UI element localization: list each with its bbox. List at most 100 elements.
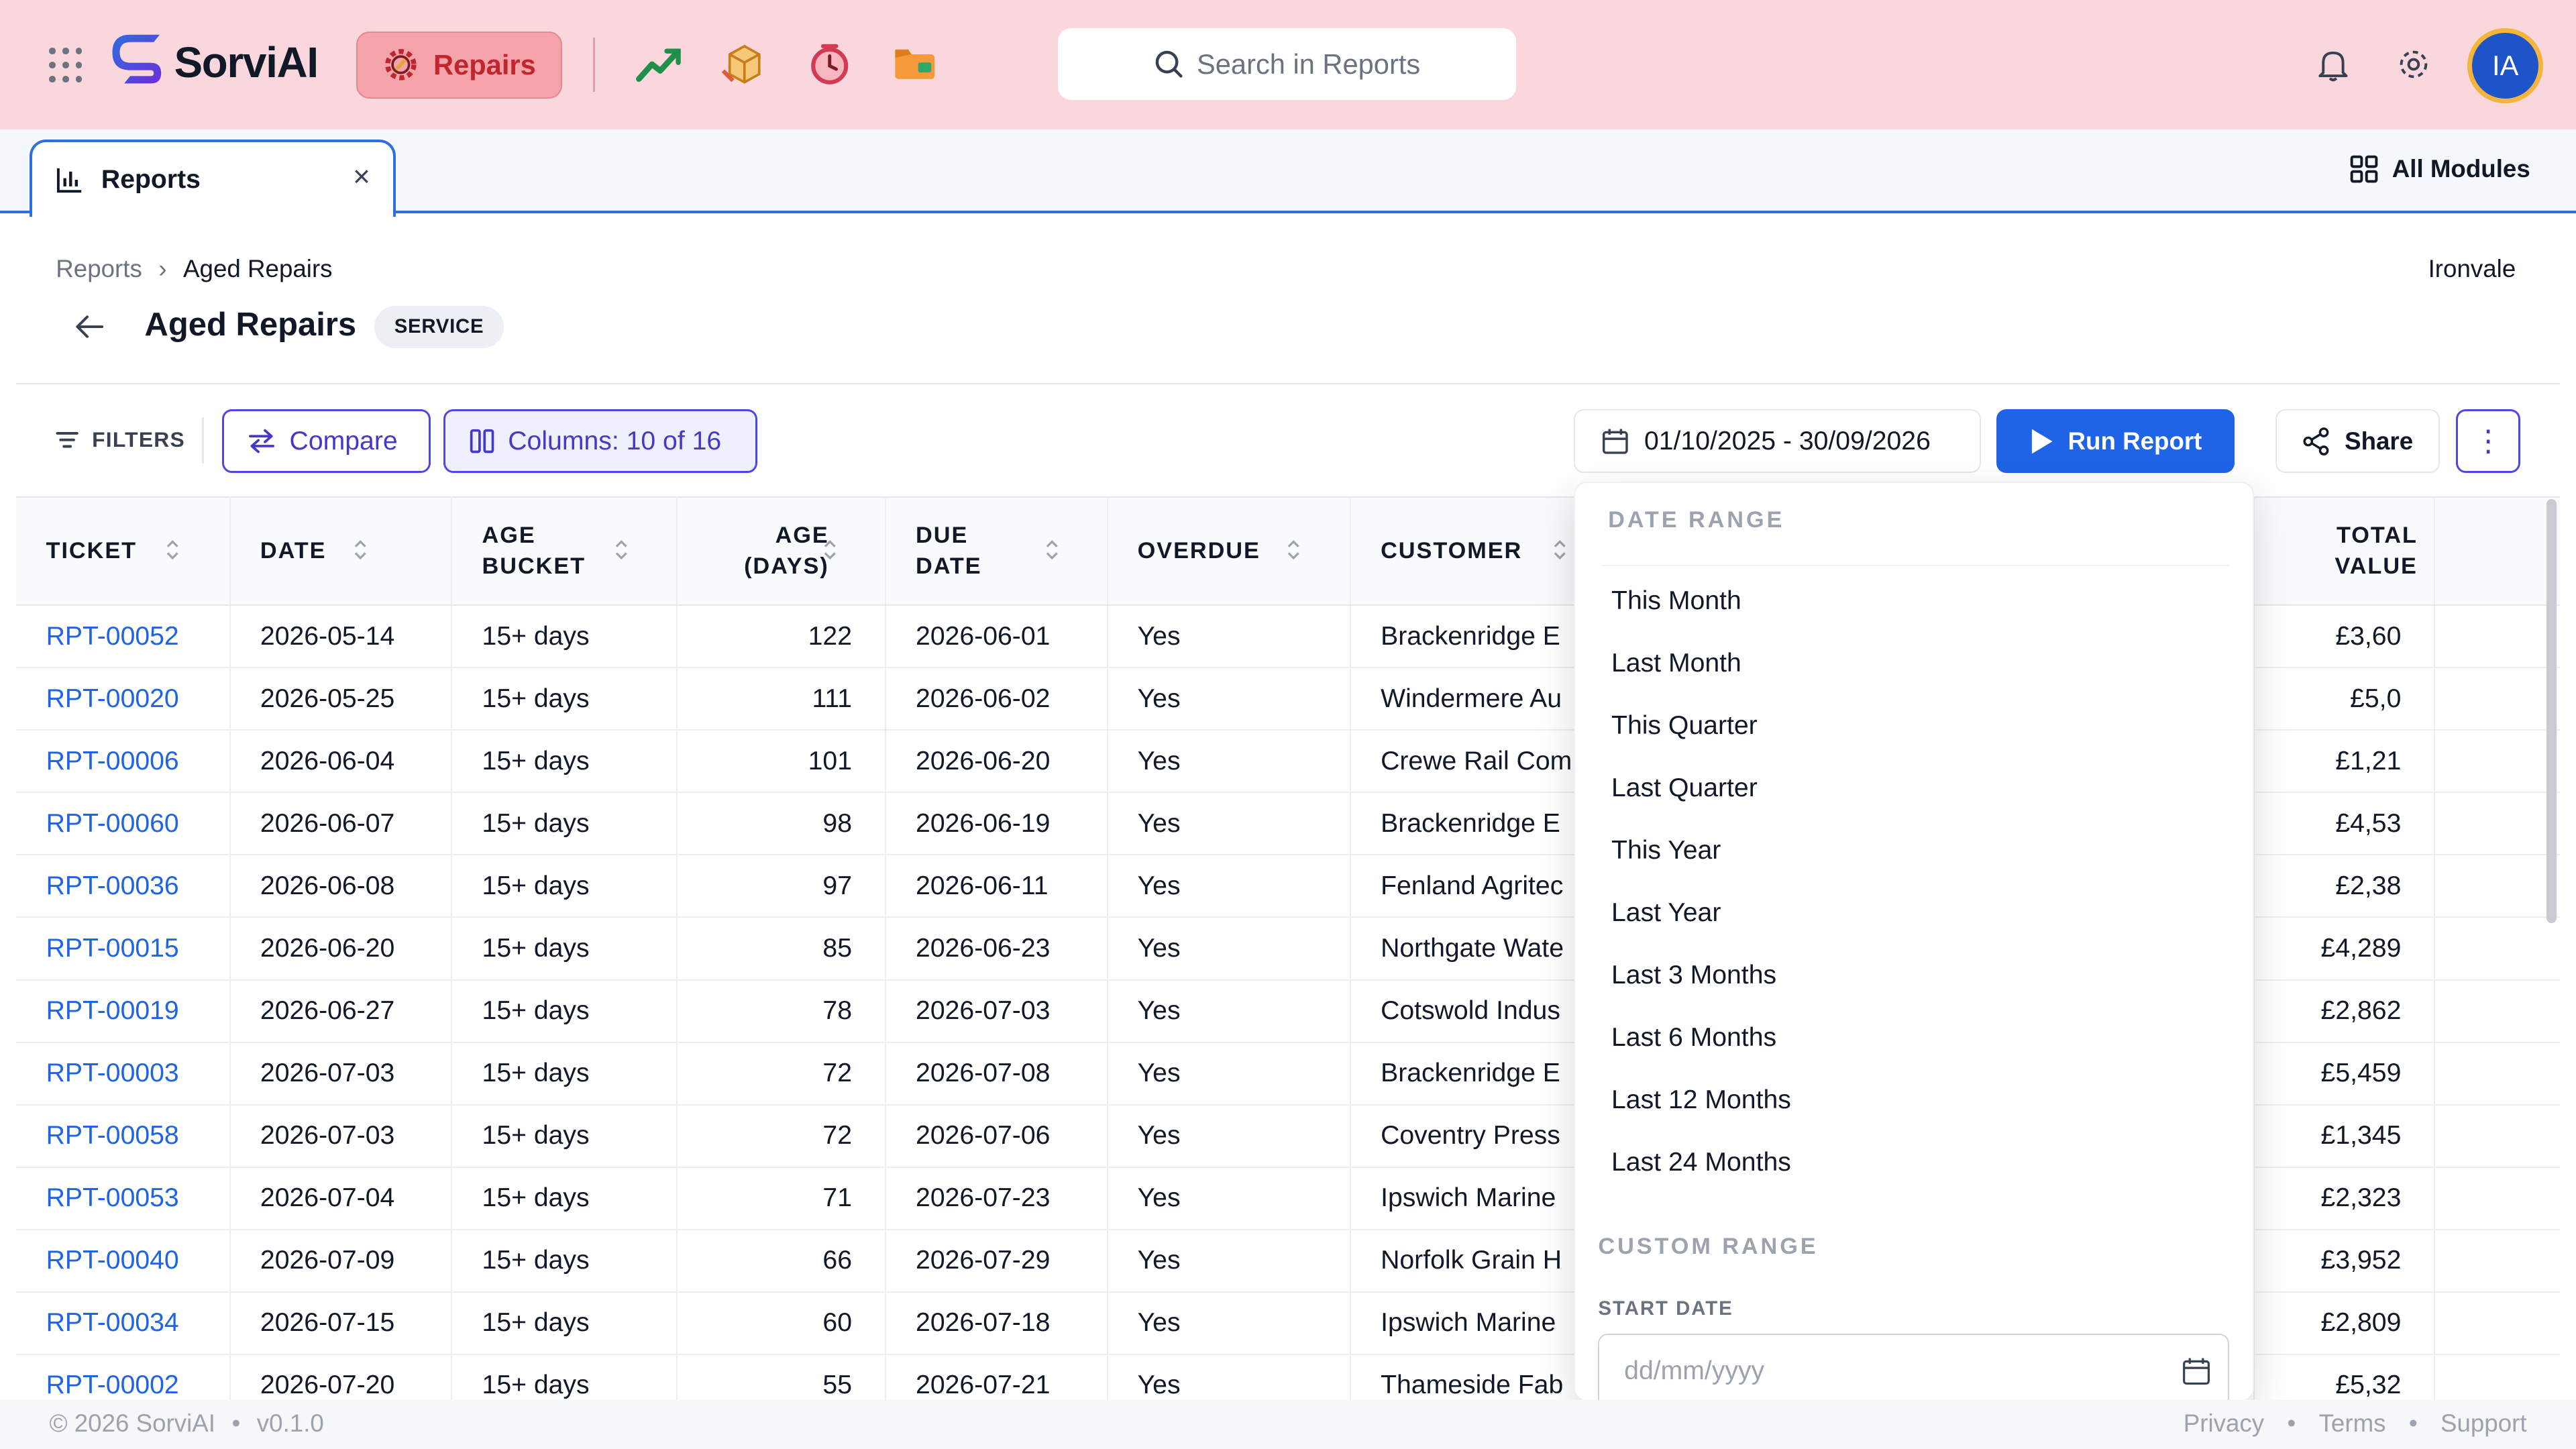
table-cell-ticket[interactable]: RPT-00058 <box>16 1104 231 1168</box>
tab-reports[interactable]: Reports × <box>30 140 396 217</box>
table-cell-extra <box>2434 1229 2560 1293</box>
time-tracking-icon[interactable] <box>805 40 854 89</box>
share-icon <box>2303 427 2329 455</box>
table-cell-ticket[interactable]: RPT-00052 <box>16 605 231 669</box>
bell-icon[interactable] <box>2315 46 2351 83</box>
date-preset-option[interactable]: This Quarter <box>1611 711 1758 741</box>
footer-link-privacy[interactable]: Privacy <box>2184 1409 2264 1438</box>
col-header-due-date[interactable]: DUE DATE <box>885 496 1108 606</box>
table-cell-ticket[interactable]: RPT-00040 <box>16 1229 231 1293</box>
table-cell-ticket[interactable]: RPT-00036 <box>16 855 231 918</box>
date-preset-option[interactable]: This Month <box>1611 586 1741 616</box>
share-button[interactable]: Share <box>2275 409 2440 474</box>
footer-dot: • <box>231 1409 241 1438</box>
table-cell-age-bucket: 15+ days <box>451 1229 678 1293</box>
col-header-age-bucket-label: AGE BUCKET <box>482 522 586 580</box>
date-preset-option[interactable]: Last Month <box>1611 649 1741 678</box>
table-cell-due-date: 2026-06-23 <box>885 917 1108 981</box>
table-cell-overdue: Yes <box>1107 1354 1352 1400</box>
col-header-total-value[interactable]: TOTAL VALUE <box>2253 496 2436 606</box>
table-cell-ticket[interactable]: RPT-00034 <box>16 1291 231 1355</box>
table-cell-customer: Brackenridge E <box>1350 1042 1598 1106</box>
col-header-customer[interactable]: CUSTOMER <box>1350 496 1598 606</box>
table-cell-ticket[interactable]: RPT-00003 <box>16 1042 231 1106</box>
columns-button[interactable]: Columns: 10 of 16 <box>443 409 757 474</box>
brand[interactable]: SorviAI <box>112 33 319 92</box>
table-cell-overdue: Yes <box>1107 1291 1352 1355</box>
col-header-date[interactable]: DATE <box>229 496 453 606</box>
date-preset-option[interactable]: Last 24 Months <box>1611 1148 1791 1177</box>
brand-name: SorviAI <box>174 38 319 87</box>
date-preset-option[interactable]: Last Year <box>1611 898 1721 928</box>
table-cell-ticket[interactable]: RPT-00002 <box>16 1354 231 1400</box>
start-date-input[interactable]: dd/mm/yyyy <box>1598 1334 2229 1400</box>
date-preset-option[interactable]: Last Quarter <box>1611 773 1758 803</box>
back-arrow-icon[interactable] <box>72 312 105 341</box>
brand-logo-icon <box>112 34 161 84</box>
gear-icon[interactable] <box>2396 46 2432 83</box>
table-cell-ticket[interactable]: RPT-00006 <box>16 730 231 794</box>
table-cell-age-days: 98 <box>676 792 886 856</box>
col-header-total-value-label: TOTAL VALUE <box>2334 522 2418 580</box>
apps-grid-icon[interactable] <box>49 48 85 84</box>
table-cell-date: 2026-05-14 <box>229 605 453 669</box>
col-header-ticket[interactable]: TICKET <box>16 496 231 606</box>
col-header-age-bucket[interactable]: AGE BUCKET <box>451 496 678 606</box>
col-header-ticket-label: TICKET <box>46 538 138 564</box>
wallet-folder-icon[interactable] <box>890 40 939 89</box>
table-cell-overdue: Yes <box>1107 1229 1352 1293</box>
table-cell-total-value: £2,38 <box>2253 855 2436 918</box>
footer-dot: • <box>2408 1409 2418 1438</box>
all-modules-button[interactable]: All Modules <box>2349 154 2530 184</box>
table-cell-extra <box>2434 979 2560 1043</box>
analytics-trend-icon[interactable] <box>634 40 683 89</box>
user-avatar[interactable]: IA <box>2467 28 2544 104</box>
table-cell-overdue: Yes <box>1107 1042 1352 1106</box>
table-cell-ticket[interactable]: RPT-00015 <box>16 917 231 981</box>
table-cell-overdue: Yes <box>1107 1104 1352 1168</box>
inventory-box-icon[interactable] <box>720 40 769 89</box>
table-cell-age-bucket: 15+ days <box>451 730 678 794</box>
table-cell-extra <box>2434 1042 2560 1106</box>
col-header-age-days[interactable]: AGE (DAYS) <box>676 496 886 606</box>
compare-button[interactable]: Compare <box>221 409 431 474</box>
date-range-picker[interactable]: 01/10/2025 - 30/09/2026 <box>1574 409 1982 474</box>
table-cell-customer: Ipswich Marine <box>1350 1291 1598 1355</box>
table-cell-ticket[interactable]: RPT-00019 <box>16 979 231 1043</box>
table-cell-ticket[interactable]: RPT-00053 <box>16 1167 231 1230</box>
table-cell-overdue: Yes <box>1107 979 1352 1043</box>
sort-icon <box>616 540 628 560</box>
chevron-right-icon: › <box>158 254 167 282</box>
date-preset-option[interactable]: Last 12 Months <box>1611 1085 1791 1115</box>
columns-icon <box>470 429 494 453</box>
run-report-button[interactable]: Run Report <box>1996 409 2235 474</box>
footer-link-support[interactable]: Support <box>2440 1409 2527 1438</box>
date-preset-option[interactable]: This Year <box>1611 836 1721 865</box>
date-preset-option[interactable]: Last 3 Months <box>1611 961 1776 990</box>
table-cell-overdue: Yes <box>1107 605 1352 669</box>
module-repairs-label: Repairs <box>433 48 536 80</box>
module-repairs-button[interactable]: Repairs <box>356 31 562 99</box>
table-cell-date: 2026-05-25 <box>229 667 453 731</box>
date-preset-option[interactable]: Last 6 Months <box>1611 1023 1776 1053</box>
table-cell-ticket[interactable]: RPT-00020 <box>16 667 231 731</box>
table-cell-customer: Coventry Press <box>1350 1104 1598 1168</box>
topbar-divider <box>593 38 595 93</box>
more-options-button[interactable]: ⋮ <box>2456 409 2520 474</box>
col-header-overdue[interactable]: OVERDUE <box>1107 496 1352 606</box>
table-cell-customer: Cotswold Indus <box>1350 979 1598 1043</box>
sort-icon <box>1554 540 1566 560</box>
table-cell-ticket[interactable]: RPT-00060 <box>16 792 231 856</box>
footer-copyright: © 2026 SorviAI <box>49 1409 215 1438</box>
global-search-input[interactable]: Search in Reports <box>1058 28 1517 101</box>
breadcrumb-root[interactable]: Reports <box>56 255 142 283</box>
footer-link-terms[interactable]: Terms <box>2319 1409 2386 1438</box>
table-scrollbar[interactable] <box>2546 499 2557 924</box>
date-range-dropdown: DATE RANGE This Month Last Month This Quar… <box>1574 481 2255 1401</box>
table-cell-total-value: £2,862 <box>2253 979 2436 1043</box>
filters-button[interactable]: FILTERS <box>56 427 185 452</box>
table-cell-customer: Ipswich Marine <box>1350 1167 1598 1230</box>
table-cell-total-value: £3,952 <box>2253 1229 2436 1293</box>
close-icon[interactable]: × <box>353 160 370 194</box>
calendar-icon[interactable] <box>2182 1356 2211 1386</box>
